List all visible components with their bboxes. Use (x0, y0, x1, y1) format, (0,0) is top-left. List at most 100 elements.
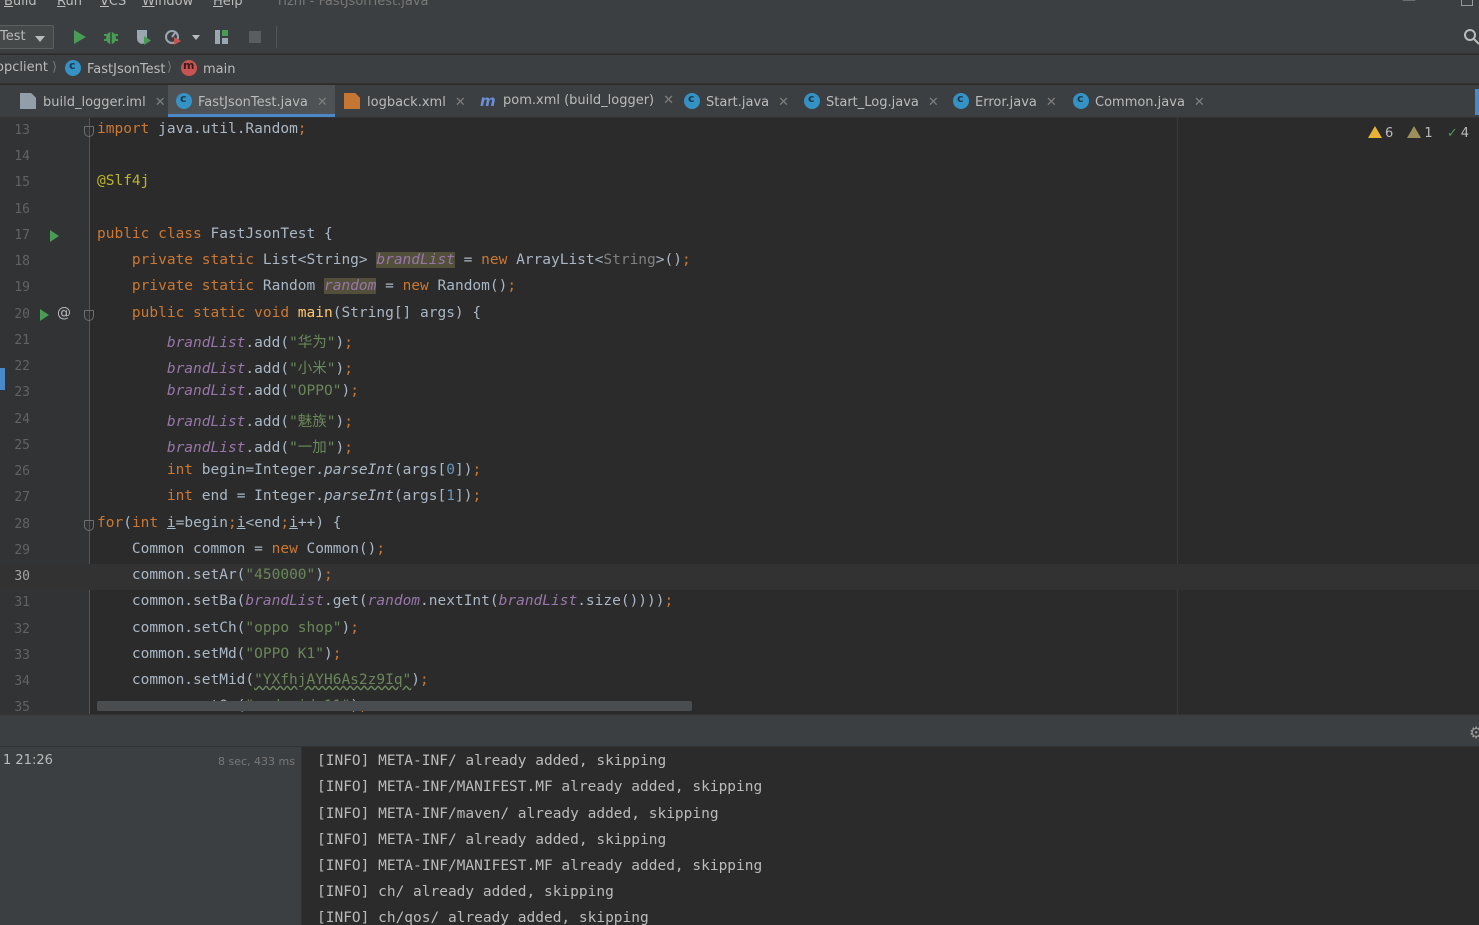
code-token: ; (472, 462, 482, 478)
line-number: 17 (14, 228, 30, 243)
code-token: common.setMid( (131, 672, 255, 688)
debug-icon[interactable] (102, 28, 120, 46)
code-token: <end (245, 515, 281, 531)
build-tree[interactable]: 1 21:26 8 sec, 433 ms (0, 747, 302, 925)
code-token: (args[ (393, 488, 447, 504)
gear-icon[interactable]: ⚙ (1469, 723, 1479, 742)
run-icon[interactable] (70, 28, 88, 46)
tab-pom-xml[interactable]: m pom.xml (build_logger) ✕ (470, 85, 676, 117)
window-title: rizhi - FastJsonTest.java (278, 0, 429, 9)
code-token: .add( (245, 361, 290, 377)
code-token: = (376, 278, 403, 294)
code-token: int (166, 488, 194, 504)
code-line: 20 @ public static void main(String[] arg… (0, 302, 1479, 328)
horizontal-scrollbar[interactable] (97, 701, 692, 711)
search-icon[interactable] (1463, 28, 1479, 46)
breadcrumb-package[interactable]: opclient (0, 60, 48, 75)
close-icon[interactable]: ✕ (155, 95, 166, 110)
code-token: "华为" (289, 335, 336, 351)
code-token: ) (315, 567, 324, 583)
code-token: "OPPO K1" (245, 646, 324, 662)
console-line: [INFO] META-INF/ already added, skipping (317, 832, 667, 848)
maven-icon: m (480, 92, 496, 110)
build-timestamp[interactable]: 1 21:26 (3, 753, 53, 768)
tab-build-logger-iml[interactable]: build_logger.iml ✕ (10, 85, 168, 117)
typo-check-icon: ✓ (1446, 126, 1458, 141)
tab-common-java[interactable]: Common.java ✕ (1065, 85, 1215, 117)
tab-logback-xml[interactable]: logback.xml ✕ (335, 85, 470, 117)
breadcrumb-method[interactable]: main (181, 59, 235, 77)
code-line: 15 @Slf4j (0, 170, 1479, 196)
close-icon[interactable]: ✕ (663, 93, 674, 108)
run-gutter-icon[interactable] (50, 230, 59, 242)
tab-label: Start.java (706, 95, 770, 110)
code-token: i (289, 515, 298, 531)
code-line: 19 private static Random random = new Ra… (0, 275, 1479, 301)
code-token: main (289, 305, 333, 321)
code-token: i (166, 515, 176, 531)
line-number: 27 (14, 490, 30, 505)
code-token: ; (350, 620, 359, 636)
line-number: 19 (14, 280, 30, 295)
fold-icon[interactable] (84, 126, 94, 137)
tab-label: Start_Log.java (826, 95, 919, 110)
code-token: begin=Integer. (193, 462, 324, 478)
module-file-icon (20, 93, 36, 109)
close-icon[interactable]: ✕ (455, 95, 466, 110)
code-line: 16 (0, 197, 1479, 223)
code-editor[interactable]: 13 import java.util.Random; 14 15 @Slf4j 1… (0, 118, 1479, 714)
code-token: common.setCh( (131, 620, 246, 636)
code-token: .get( (324, 593, 368, 609)
code-token: ) (335, 335, 345, 351)
minimize-icon[interactable]: — (1402, 0, 1416, 8)
dropdown-icon[interactable] (190, 28, 202, 46)
toolbar: Test (0, 20, 1479, 54)
run-configuration-label: Test (0, 29, 26, 44)
close-icon[interactable]: ✕ (317, 95, 328, 110)
coverage-icon[interactable] (134, 28, 152, 46)
run-gutter-icon[interactable] (40, 309, 49, 321)
fold-icon[interactable] (84, 520, 94, 531)
profile-icon[interactable] (164, 28, 182, 46)
close-icon[interactable]: ✕ (1046, 95, 1057, 110)
code-token: new (481, 252, 508, 268)
attach-debugger-icon[interactable] (213, 28, 231, 46)
close-icon[interactable]: ✕ (928, 95, 939, 110)
inspection-widget[interactable]: 6 1 ✓ 4 (1368, 126, 1469, 141)
menu-window[interactable]: Window (142, 0, 193, 9)
menu-build[interactable]: Build (4, 0, 37, 9)
line-number: 13 (14, 123, 30, 138)
code-line: 18 private static List<String> brandList… (0, 249, 1479, 275)
code-token: int (131, 515, 159, 531)
code-token: common.setMd( (131, 646, 246, 662)
close-icon[interactable]: ✕ (778, 95, 789, 110)
breadcrumb-separator: ⟩ (52, 60, 58, 75)
tab-start-java[interactable]: Start.java ✕ (676, 85, 796, 117)
code-line: 33 common.setMd("OPPO K1"); (0, 643, 1479, 669)
chevron-down-icon (35, 36, 45, 42)
menu-vcs[interactable]: VCS (100, 0, 126, 9)
close-icon[interactable]: ✕ (1194, 95, 1205, 110)
fold-icon[interactable] (84, 310, 94, 321)
stop-icon[interactable] (246, 28, 264, 46)
tab-fastjsontest-java[interactable]: FastJsonTest.java ✕ (168, 85, 335, 117)
override-icon[interactable]: @ (57, 305, 71, 321)
code-token: new (271, 541, 298, 557)
console-output[interactable]: [INFO] META-INF/ already added, skipping… (303, 747, 1479, 925)
code-token: =begin (175, 515, 228, 531)
run-configuration-select[interactable]: Test (0, 25, 54, 49)
line-number: 25 (14, 438, 30, 453)
breadcrumb-class[interactable]: FastJsonTest (65, 59, 166, 77)
breadcrumb-separator: ⟩ (167, 60, 173, 75)
menu-help[interactable]: Help (213, 0, 243, 9)
tab-start-log-java[interactable]: Start_Log.java ✕ (796, 85, 946, 117)
maximize-icon[interactable] (1461, 0, 1473, 6)
line-number: 34 (14, 674, 30, 689)
tab-error-java[interactable]: Error.java ✕ (946, 85, 1065, 117)
code-token: @Slf4j (97, 173, 150, 189)
tab-label: FastJsonTest.java (198, 95, 308, 110)
code-token: (args[ (393, 462, 447, 478)
menu-run[interactable]: Run (57, 0, 82, 9)
code-token: "OPPO" (289, 383, 342, 399)
class-icon (684, 92, 700, 109)
